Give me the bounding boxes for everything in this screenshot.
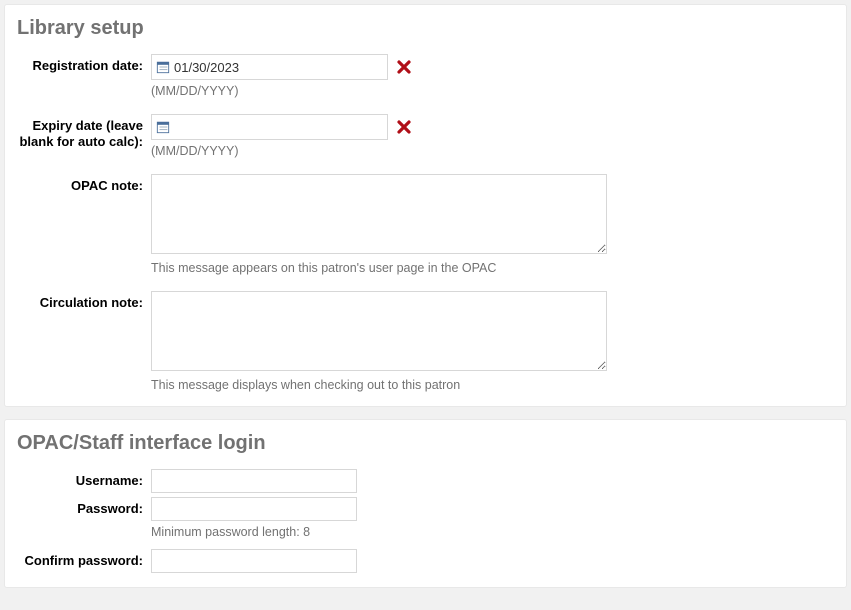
registration-date-hint: (MM/DD/YYYY) [151,84,834,98]
library-setup-legend: Library setup [17,17,834,40]
registration-date-label: Registration date: [17,54,151,74]
calendar-icon [156,120,170,134]
expiry-date-row: Expiry date (leave blank for auto calc): [17,114,834,168]
username-input[interactable] [151,469,357,493]
circulation-note-hint: This message displays when checking out … [151,378,834,392]
password-row: Password: Minimum password length: 8 [17,497,834,545]
calendar-icon [156,60,170,74]
password-label: Password: [17,497,151,517]
confirm-password-row: Confirm password: [17,549,834,573]
password-hint: Minimum password length: 8 [151,525,834,539]
library-setup-fieldset: Library setup Registration date: [4,4,847,407]
username-row: Username: [17,469,834,493]
expiry-date-input-wrap[interactable] [151,114,388,140]
password-input[interactable] [151,497,357,521]
expiry-date-input[interactable] [170,119,383,136]
registration-date-row: Registration date: [17,54,834,108]
expiry-date-hint: (MM/DD/YYYY) [151,144,834,158]
login-legend: OPAC/Staff interface login [17,432,834,455]
registration-date-input-wrap[interactable] [151,54,388,80]
clear-registration-date-icon[interactable] [396,59,412,75]
login-fieldset: OPAC/Staff interface login Username: Pas… [4,419,847,588]
clear-expiry-date-icon[interactable] [396,119,412,135]
confirm-password-label: Confirm password: [17,549,151,569]
registration-date-input[interactable] [170,59,383,76]
opac-note-textarea[interactable] [151,174,607,254]
confirm-password-input[interactable] [151,549,357,573]
circulation-note-row: Circulation note: This message displays … [17,291,834,392]
expiry-date-label: Expiry date (leave blank for auto calc): [17,114,151,151]
opac-note-hint: This message appears on this patron's us… [151,261,834,275]
opac-note-label: OPAC note: [17,174,151,194]
opac-note-row: OPAC note: This message appears on this … [17,174,834,285]
circulation-note-label: Circulation note: [17,291,151,311]
circulation-note-textarea[interactable] [151,291,607,371]
username-label: Username: [17,469,151,489]
